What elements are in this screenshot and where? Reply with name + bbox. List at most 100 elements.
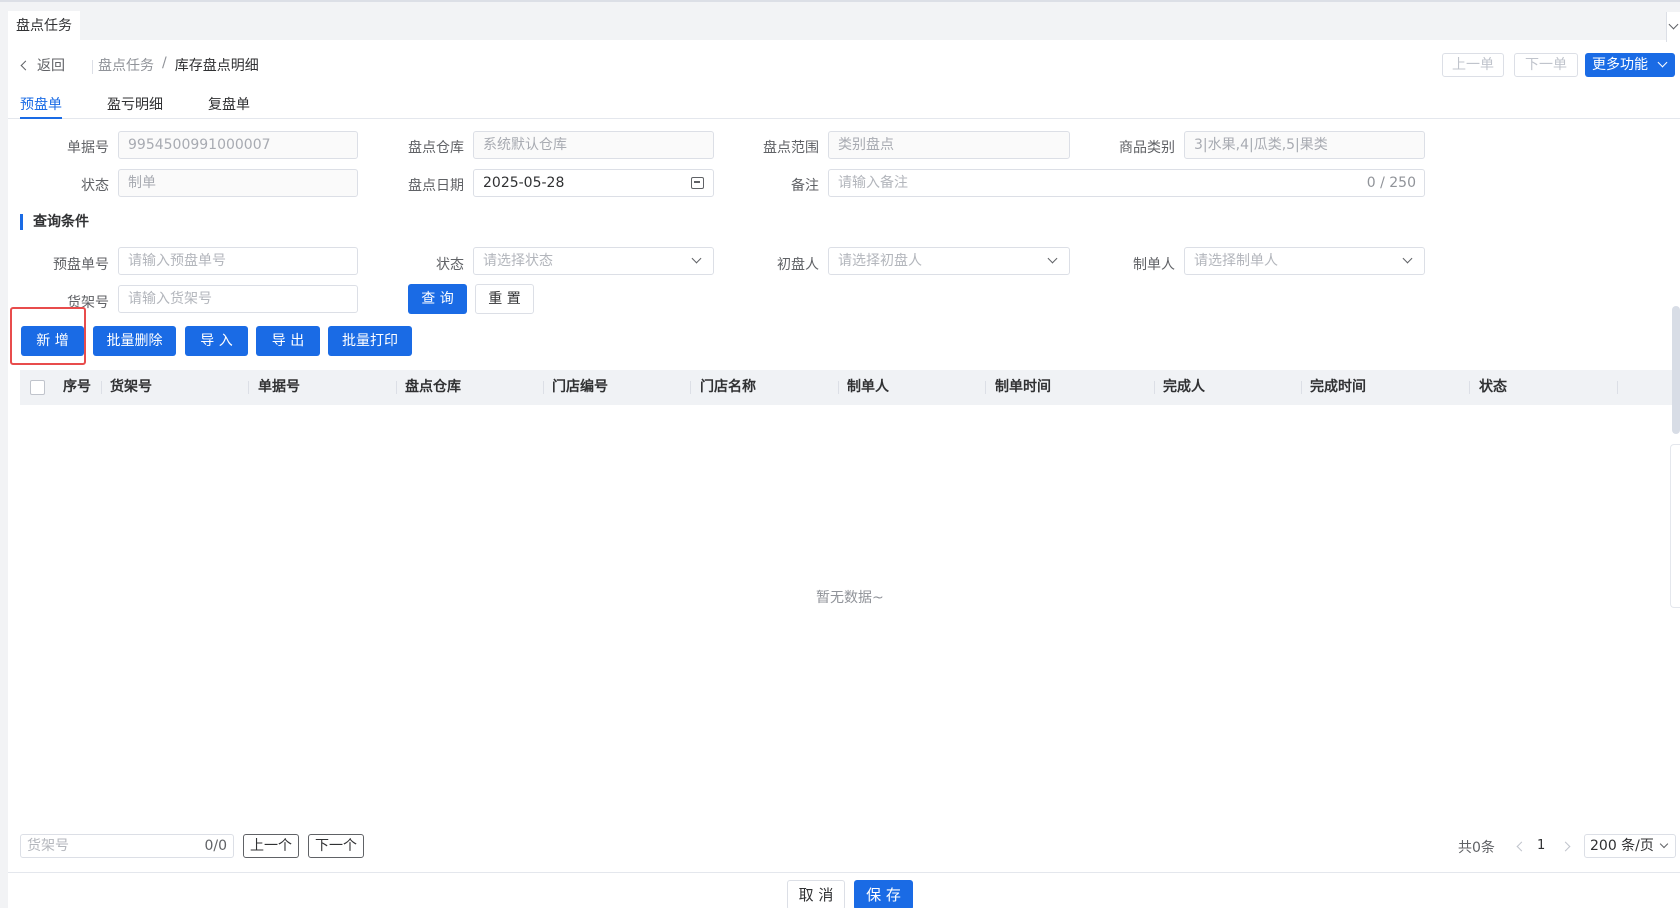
calendar-icon[interactable]	[691, 177, 704, 189]
column-divider	[1301, 381, 1302, 394]
column-header[interactable]: 制单人	[847, 370, 889, 405]
next-shelf-button[interactable]: 下一个	[308, 834, 364, 858]
window-tab-bar: 盘点任务	[0, 0, 1680, 42]
range-field[interactable]: 类别盘点	[828, 131, 1070, 159]
column-divider	[1154, 381, 1155, 394]
breadcrumb-separator: /	[162, 55, 167, 71]
chevron-down-icon	[691, 253, 702, 264]
column-header[interactable]: 货架号	[110, 370, 152, 405]
more-functions-button[interactable]: 更多功能	[1585, 53, 1675, 77]
column-divider	[396, 381, 397, 394]
page-size-value: 200 条/页	[1590, 838, 1654, 854]
status-label: 状态	[81, 178, 109, 194]
prev-shelf-button[interactable]: 上一个	[243, 834, 299, 858]
maker-label: 制单人	[1133, 257, 1175, 273]
first-counter-select[interactable]: 请选择初盘人	[828, 247, 1070, 275]
pager-current-page[interactable]: 1	[1537, 838, 1545, 853]
column-divider	[838, 381, 839, 394]
select-all-checkbox[interactable]	[30, 380, 45, 395]
remark-placeholder: 请输入备注	[838, 175, 908, 191]
tab-inventory-task[interactable]: 盘点任务	[8, 11, 80, 42]
date-value: 2025-05-28	[483, 175, 565, 191]
pager-prev-icon[interactable]	[1516, 841, 1527, 852]
column-divider	[543, 381, 544, 394]
chevron-down-icon	[1047, 253, 1058, 264]
search-button[interactable]: 查 询	[408, 284, 467, 314]
column-divider	[1469, 381, 1470, 394]
add-button[interactable]: 新 增	[21, 326, 84, 356]
column-divider	[248, 381, 249, 394]
status-select-placeholder: 请选择状态	[483, 253, 553, 269]
status-field[interactable]: 制单	[118, 169, 358, 197]
warehouse-label: 盘点仓库	[408, 140, 464, 156]
shelf-label: 货架号	[67, 295, 109, 311]
sub-tabs: 预盘单 盈亏明细 复盘单	[8, 90, 1680, 119]
batch-delete-button[interactable]: 批量删除	[93, 326, 176, 356]
remark-label: 备注	[791, 178, 819, 194]
batch-print-button[interactable]: 批量打印	[328, 326, 412, 356]
breadcrumb-item-task[interactable]: 盘点任务	[98, 55, 154, 75]
doc-no-field[interactable]: 9954500991000007	[118, 131, 358, 159]
prev-doc-button[interactable]: 上一单	[1442, 53, 1504, 77]
doc-no-label: 单据号	[67, 140, 109, 156]
page-header: 返回 盘点任务 / 库存盘点明细 上一单 下一单 更多功能	[8, 40, 1680, 90]
column-header[interactable]: 状态	[1479, 370, 1507, 405]
category-field[interactable]: 3|水果,4|瓜类,5|果类	[1184, 131, 1425, 159]
column-header[interactable]: 完成时间	[1310, 370, 1366, 405]
scrollbar-thumb[interactable]	[1672, 306, 1680, 434]
first-counter-placeholder: 请选择初盘人	[838, 253, 922, 269]
tab-dropdown-icon[interactable]	[1666, 12, 1680, 42]
status-select[interactable]: 请选择状态	[473, 247, 714, 275]
maker-select[interactable]: 请选择制单人	[1184, 247, 1425, 275]
back-button[interactable]: 返回	[20, 55, 65, 75]
reset-button[interactable]: 重 置	[475, 284, 534, 314]
breadcrumb-item-current: 库存盘点明细	[174, 58, 259, 74]
tab-recount[interactable]: 复盘单	[208, 94, 250, 119]
date-label: 盘点日期	[408, 178, 464, 194]
column-header[interactable]: 门店名称	[700, 370, 756, 405]
breadcrumb: 盘点任务 / 库存盘点明细	[98, 55, 259, 75]
chevron-down-icon	[1657, 57, 1668, 68]
column-divider	[101, 381, 102, 394]
left-gutter	[0, 40, 8, 908]
first-counter-label: 初盘人	[777, 257, 819, 273]
category-label: 商品类别	[1119, 140, 1175, 156]
back-label: 返回	[37, 58, 65, 74]
column-header[interactable]: 制单时间	[995, 370, 1051, 405]
column-divider	[690, 381, 691, 394]
save-button[interactable]: 保 存	[854, 880, 913, 908]
next-doc-button[interactable]: 下一单	[1514, 53, 1578, 77]
tab-pre-count[interactable]: 预盘单	[20, 94, 62, 119]
date-picker[interactable]: 2025-05-28	[473, 169, 714, 197]
page-size-select[interactable]: 200 条/页	[1584, 834, 1676, 858]
chevron-down-icon	[1402, 253, 1413, 264]
shelf-search-count: 0/0	[204, 838, 227, 854]
divider	[92, 60, 93, 74]
pager-next-icon[interactable]	[1560, 841, 1571, 852]
column-header[interactable]: 序号	[63, 370, 91, 405]
shelf-search-input[interactable]: 货架号 0/0	[20, 834, 234, 858]
warehouse-field[interactable]: 系统默认仓库	[473, 131, 714, 159]
shelf-input[interactable]: 请输入货架号	[118, 285, 358, 313]
footer-divider	[8, 872, 1680, 873]
query-status-label: 状态	[436, 257, 464, 273]
empty-state-text: 暂无数据~	[816, 590, 884, 606]
column-header[interactable]: 门店编号	[552, 370, 608, 405]
more-functions-label: 更多功能	[1592, 57, 1648, 73]
column-header[interactable]: 盘点仓库	[405, 370, 461, 405]
import-button[interactable]: 导 入	[185, 326, 248, 356]
side-panel-handle[interactable]	[1670, 444, 1680, 608]
export-button[interactable]: 导 出	[256, 326, 320, 356]
tab-profit-loss[interactable]: 盈亏明细	[107, 94, 163, 119]
pager-total: 共0条	[1458, 840, 1495, 856]
column-header[interactable]: 单据号	[258, 370, 300, 405]
chevron-down-icon	[1659, 839, 1669, 849]
chevron-left-icon	[20, 60, 31, 70]
table-header: 序号 货架号 单据号 盘点仓库 门店编号 门店名称 制单人 制单时间 完成人 完…	[20, 370, 1680, 405]
column-header[interactable]: 完成人	[1163, 370, 1205, 405]
shelf-search-placeholder: 货架号	[27, 838, 69, 854]
pre-no-input[interactable]: 请输入预盘单号	[118, 247, 358, 275]
maker-placeholder: 请选择制单人	[1194, 253, 1278, 269]
cancel-button[interactable]: 取 消	[787, 880, 845, 908]
remark-input[interactable]: 请输入备注 0 / 250	[828, 169, 1425, 197]
